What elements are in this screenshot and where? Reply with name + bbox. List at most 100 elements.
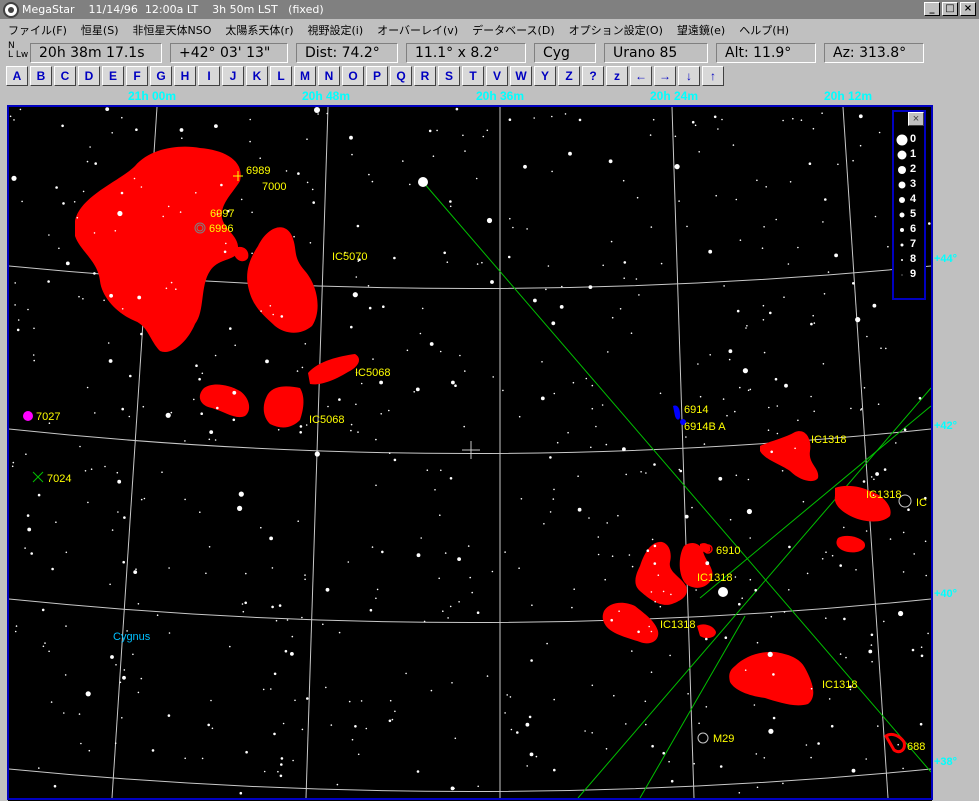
object-label[interactable]: IC5070 [332, 251, 367, 263]
star [526, 228, 528, 230]
star [406, 349, 409, 352]
menu-stars[interactable]: 恒星(S) [81, 22, 119, 38]
star [304, 578, 306, 581]
object-label[interactable]: IC5068 [309, 414, 344, 426]
letter-button-o[interactable]: O [342, 66, 364, 86]
letter-button-a[interactable]: A [6, 66, 28, 86]
letter-button-m[interactable]: M [294, 66, 316, 86]
object-label[interactable]: 6914 [684, 404, 708, 416]
object-label[interactable]: 6910 [716, 545, 740, 557]
menu-solar-system[interactable]: 太陽系天体(r) [225, 22, 293, 38]
letter-button-g[interactable]: G [150, 66, 172, 86]
minimize-button[interactable]: _ [924, 2, 940, 16]
letter-button-l[interactable]: L [270, 66, 292, 86]
sky-chart-area[interactable]: 21h 00m 20h 48m 20h 36m 20h 24m 20h 12m … [0, 86, 979, 801]
object-label[interactable]: 7024 [47, 473, 71, 485]
star [280, 315, 284, 318]
letter-button-v[interactable]: V [486, 66, 508, 86]
letter-button-t[interactable]: T [462, 66, 484, 86]
star [767, 651, 773, 658]
object-label[interactable]: M29 [713, 733, 734, 745]
title-bar: MegaStar 11/14/96 12:00a LT 3h 50m LST (… [0, 0, 979, 19]
object-label[interactable]: 688 [907, 741, 925, 753]
star [735, 198, 738, 201]
menu-database[interactable]: データベース(D) [472, 22, 555, 38]
letter-toolbar: A B C D E F G H I J K L M N O P Q R S T … [6, 66, 724, 86]
letter-button-b[interactable]: B [30, 66, 52, 86]
star [179, 211, 182, 213]
object-label[interactable]: 6997 [210, 208, 234, 220]
star [650, 226, 653, 228]
star [297, 172, 300, 175]
star [591, 407, 594, 410]
object-label[interactable]: IC [916, 497, 927, 509]
letter-button-n[interactable]: N [318, 66, 340, 86]
letter-button-p[interactable]: P [366, 66, 388, 86]
star [482, 135, 485, 138]
object-label[interactable]: IC1318 [660, 619, 695, 631]
arrow-left-icon[interactable]: ← [630, 66, 652, 86]
object-label[interactable]: 6989 [246, 165, 270, 177]
letter-button-i[interactable]: I [198, 66, 220, 86]
star [630, 332, 633, 334]
star [375, 484, 377, 487]
letter-button-j[interactable]: J [222, 66, 244, 86]
letter-button-k[interactable]: K [246, 66, 268, 86]
letter-button-r[interactable]: R [414, 66, 436, 86]
object-label[interactable]: 7000 [262, 181, 286, 193]
object-label[interactable]: 7027 [36, 411, 60, 423]
star [510, 728, 513, 731]
letter-button-q[interactable]: Q [390, 66, 412, 86]
object-label[interactable]: 6914B A [684, 421, 726, 433]
star [504, 551, 506, 553]
arrow-down-icon[interactable]: ↓ [678, 66, 700, 86]
object-label[interactable]: IC1318 [822, 679, 857, 691]
star [679, 469, 683, 473]
star [797, 419, 799, 422]
letter-button-h[interactable]: H [174, 66, 196, 86]
menu-view-settings[interactable]: 視野設定(i) [307, 22, 363, 38]
object-label[interactable]: IC1318 [866, 489, 901, 501]
zoom-button[interactable]: z [606, 66, 628, 86]
app-icon[interactable] [3, 1, 19, 18]
star [531, 604, 533, 606]
menu-overlay[interactable]: オーバーレイ(v) [377, 22, 458, 38]
close-button[interactable]: × [960, 2, 976, 16]
legend-close-icon[interactable]: × [908, 112, 924, 126]
arrow-right-icon[interactable]: → [654, 66, 676, 86]
menu-telescope[interactable]: 望遠鏡(e) [677, 22, 725, 38]
star [736, 309, 740, 313]
arrow-up-icon[interactable]: ↑ [702, 66, 724, 86]
object-label[interactable]: IC5068 [355, 367, 390, 379]
letter-button-f[interactable]: F [126, 66, 148, 86]
object-label[interactable]: IC1318 [697, 572, 732, 584]
star [416, 553, 421, 558]
star [381, 550, 384, 554]
letter-button-e[interactable]: E [102, 66, 124, 86]
letter-button-c[interactable]: C [54, 66, 76, 86]
star [749, 388, 752, 391]
help-query-button[interactable]: ? [582, 66, 604, 86]
star [443, 251, 447, 255]
menu-nonstellar[interactable]: 非恒星天体NSO [133, 22, 212, 38]
maximize-button[interactable]: □ [942, 2, 958, 16]
object-label[interactable]: 6996 [209, 223, 233, 235]
star [885, 347, 887, 350]
star [784, 383, 788, 388]
star [855, 317, 861, 323]
star [135, 568, 137, 570]
letter-button-s[interactable]: S [438, 66, 460, 86]
menu-file[interactable]: ファイル(F) [8, 22, 67, 38]
letter-button-w[interactable]: W [510, 66, 532, 86]
star [375, 438, 377, 441]
object-label[interactable]: IC1318 [811, 434, 846, 446]
letter-button-z[interactable]: Z [558, 66, 580, 86]
sky-chart[interactable]: 21h 00m 20h 48m 20h 36m 20h 24m 20h 12m … [0, 86, 979, 801]
star [870, 476, 873, 478]
letter-button-y[interactable]: Y [534, 66, 556, 86]
star [9, 115, 12, 118]
letter-button-d[interactable]: D [78, 66, 100, 86]
star [365, 727, 368, 730]
menu-options[interactable]: オプション設定(O) [569, 22, 663, 38]
menu-help[interactable]: ヘルプ(H) [739, 22, 789, 38]
